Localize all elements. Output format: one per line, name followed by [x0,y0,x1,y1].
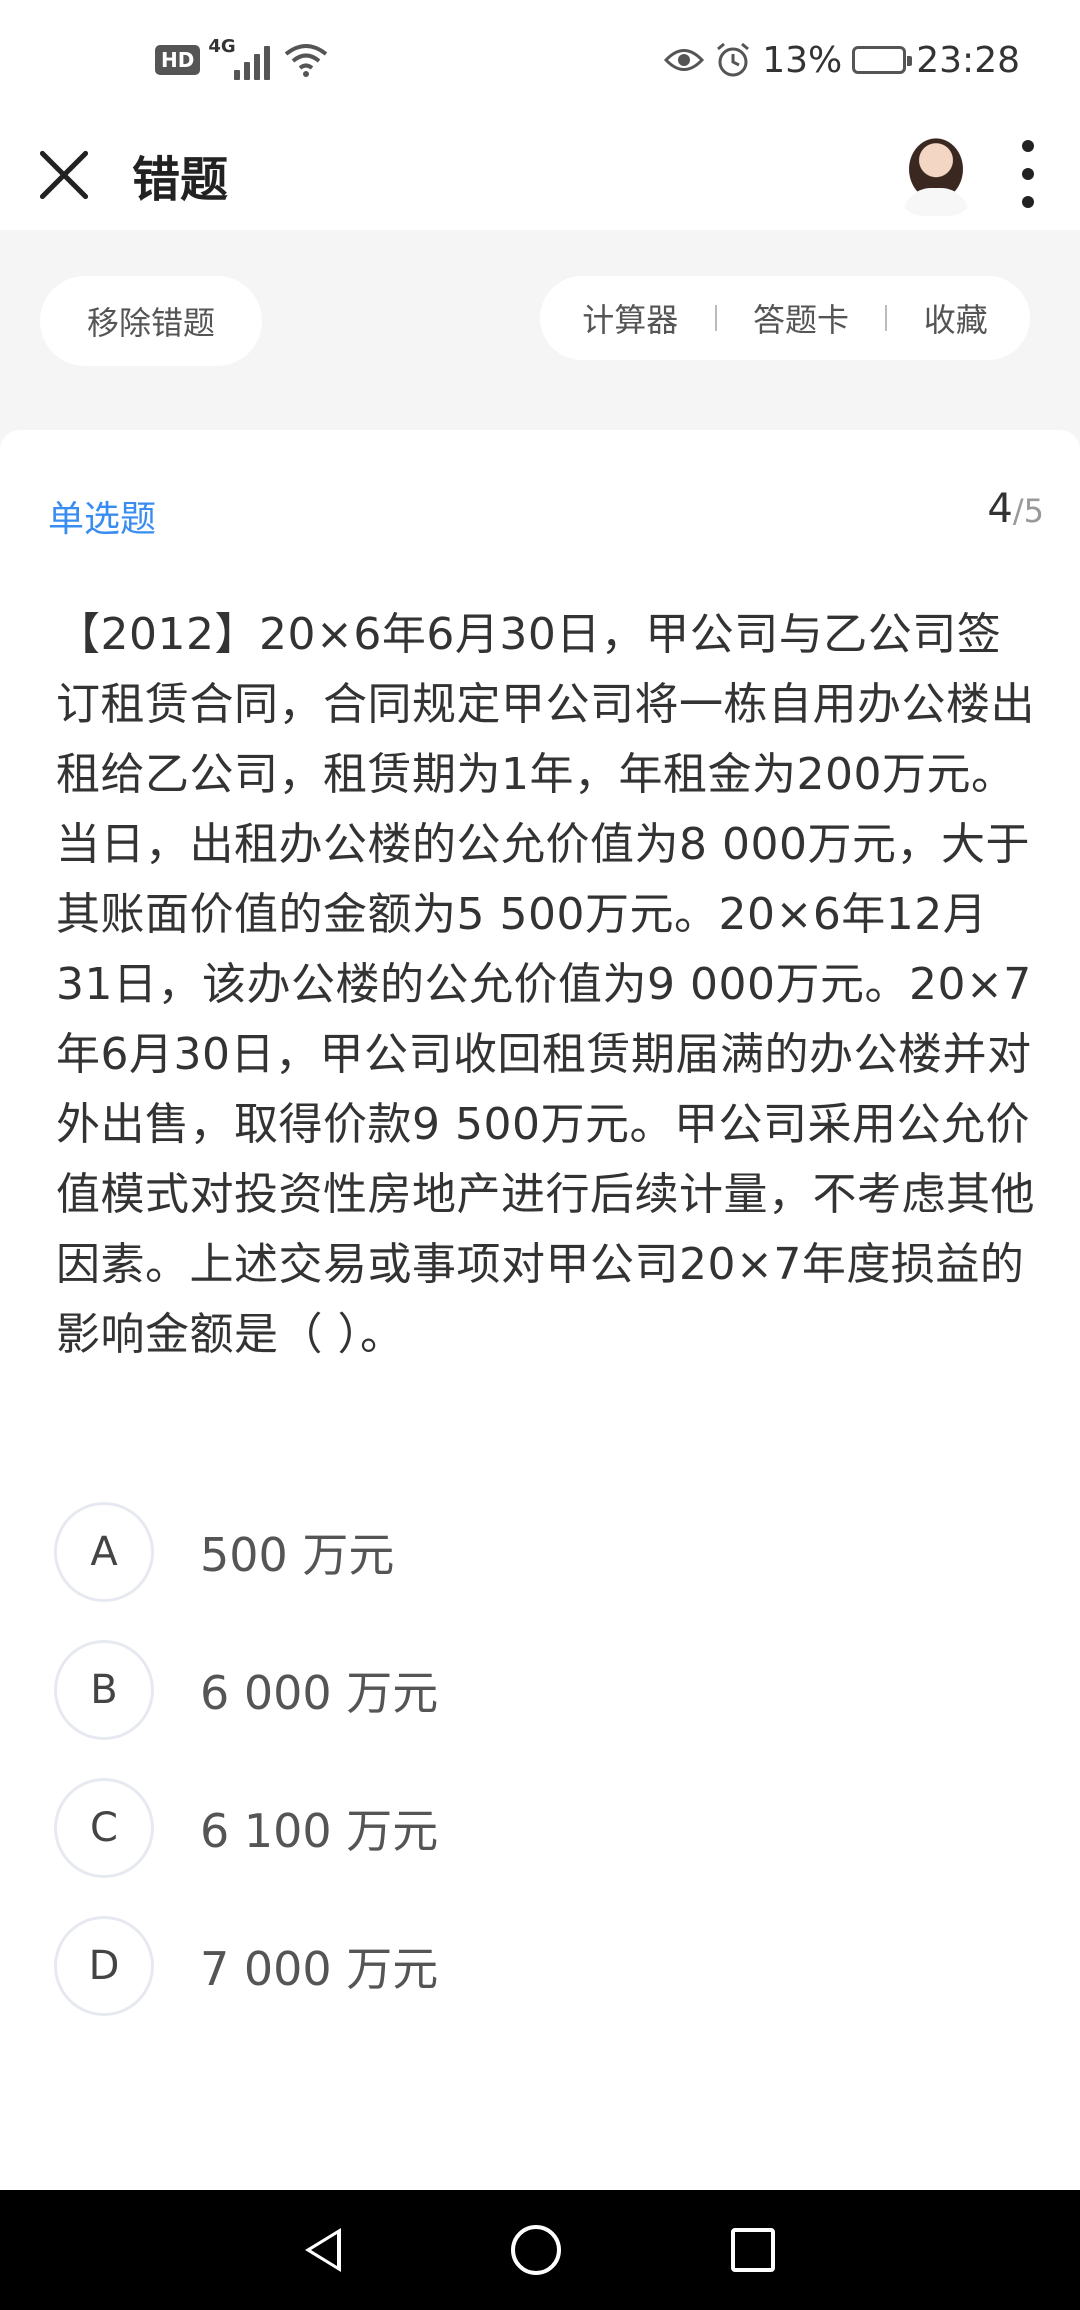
wifi-icon [285,44,328,77]
option-text: 6 100 万元 [200,1804,439,1858]
signal-icon: 4G [208,36,271,80]
remove-wrong-button[interactable]: 移除错题 [40,276,262,366]
divider [714,305,717,331]
battery-percent: 13% [762,39,843,81]
total-question-count: /5 [1012,492,1044,530]
favorite-button[interactable]: 收藏 [924,295,988,341]
back-icon[interactable] [305,2228,341,2272]
option-text: 500 万元 [200,1528,395,1582]
status-left: HD 4G [155,36,328,80]
option-letter: C [54,1778,154,1878]
question-progress: 4/5 [987,486,1044,532]
more-vertical-icon[interactable] [1018,134,1038,214]
option-text: 7 000 万元 [200,1942,439,1996]
question-type: 单选题 [48,499,157,540]
home-icon[interactable] [511,2225,561,2275]
option-d[interactable]: D 7 000 万元 [54,1916,1034,2016]
options-list: A 500 万元 B 6 000 万元 C 6 100 万元 D 7 000 万… [54,1502,1034,2054]
avatar[interactable] [895,126,977,216]
network-type-label: 4G [208,36,236,57]
close-icon[interactable] [36,147,92,203]
divider [885,305,888,331]
option-letter: D [54,1916,154,2016]
system-nav-bar [0,2190,1080,2310]
tools-bar: 计算器 答题卡 收藏 [540,276,1030,360]
option-a[interactable]: A 500 万元 [54,1502,1034,1602]
option-c[interactable]: C 6 100 万元 [54,1778,1034,1878]
current-question-number: 4 [987,486,1013,532]
clock: 23:28 [916,39,1020,81]
alarm-icon [717,42,750,77]
option-letter: B [54,1640,154,1740]
answer-card-button[interactable]: 答题卡 [753,295,849,341]
option-b[interactable]: B 6 000 万元 [54,1640,1034,1740]
battery-icon [852,46,913,74]
status-right: 13% 23:28 [664,40,1020,81]
eye-icon [664,49,705,71]
app-header: 错题 [0,120,1080,230]
question-card: 单选题 4/5 【2012】20×6年6月30日，甲公司与乙公司签订租赁合同，合… [0,430,1080,2190]
recent-apps-icon[interactable] [731,2228,775,2272]
hd-icon: HD [155,45,201,75]
page-title: 错题 [132,152,229,208]
question-text: 【2012】20×6年6月30日，甲公司与乙公司签订租赁合同，合同规定甲公司将一… [56,609,1035,1360]
option-letter: A [54,1502,154,1602]
status-bar: HD 4G 13% 23:28 [0,0,1080,120]
option-text: 6 000 万元 [200,1666,439,1720]
calculator-button[interactable]: 计算器 [582,295,678,341]
